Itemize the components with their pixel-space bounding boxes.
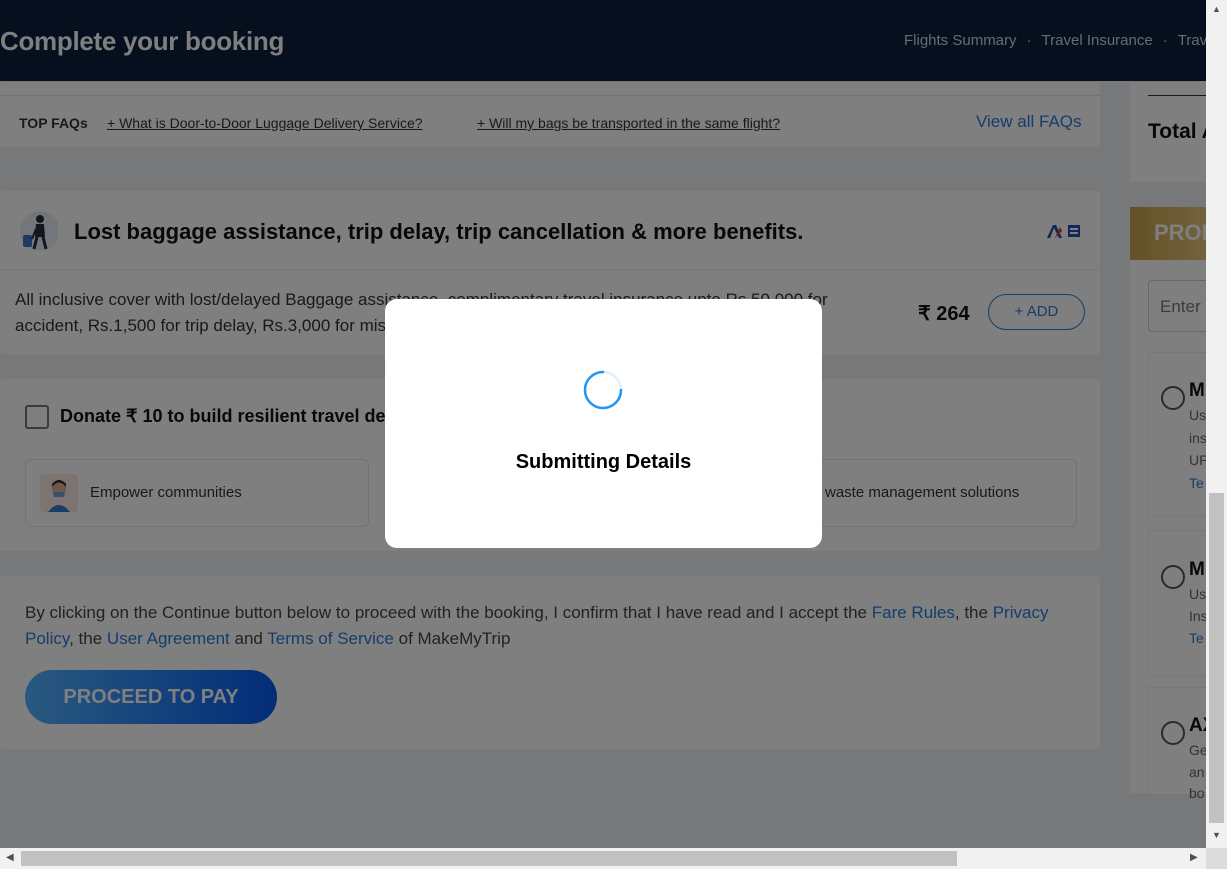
scroll-up-icon[interactable]: ▲ bbox=[1212, 4, 1221, 14]
vertical-scroll-thumb[interactable] bbox=[1209, 493, 1224, 823]
scrollbar-corner bbox=[1206, 848, 1227, 869]
scroll-right-icon[interactable]: ▶ bbox=[1190, 852, 1198, 863]
submitting-message: Submitting Details bbox=[515, 451, 692, 473]
loading-spinner-icon bbox=[583, 370, 623, 410]
scroll-left-icon[interactable]: ◀ bbox=[6, 852, 14, 863]
vertical-scrollbar[interactable]: ▲ ▼ bbox=[1206, 0, 1227, 848]
horizontal-scroll-thumb[interactable] bbox=[21, 851, 957, 866]
submitting-modal: Submitting Details bbox=[385, 299, 822, 548]
scroll-down-icon[interactable]: ▼ bbox=[1212, 830, 1221, 840]
horizontal-scrollbar[interactable]: ◀ ▶ bbox=[0, 848, 1206, 869]
booking-page: Complete your booking Flights Summary·Tr… bbox=[0, 0, 1206, 848]
